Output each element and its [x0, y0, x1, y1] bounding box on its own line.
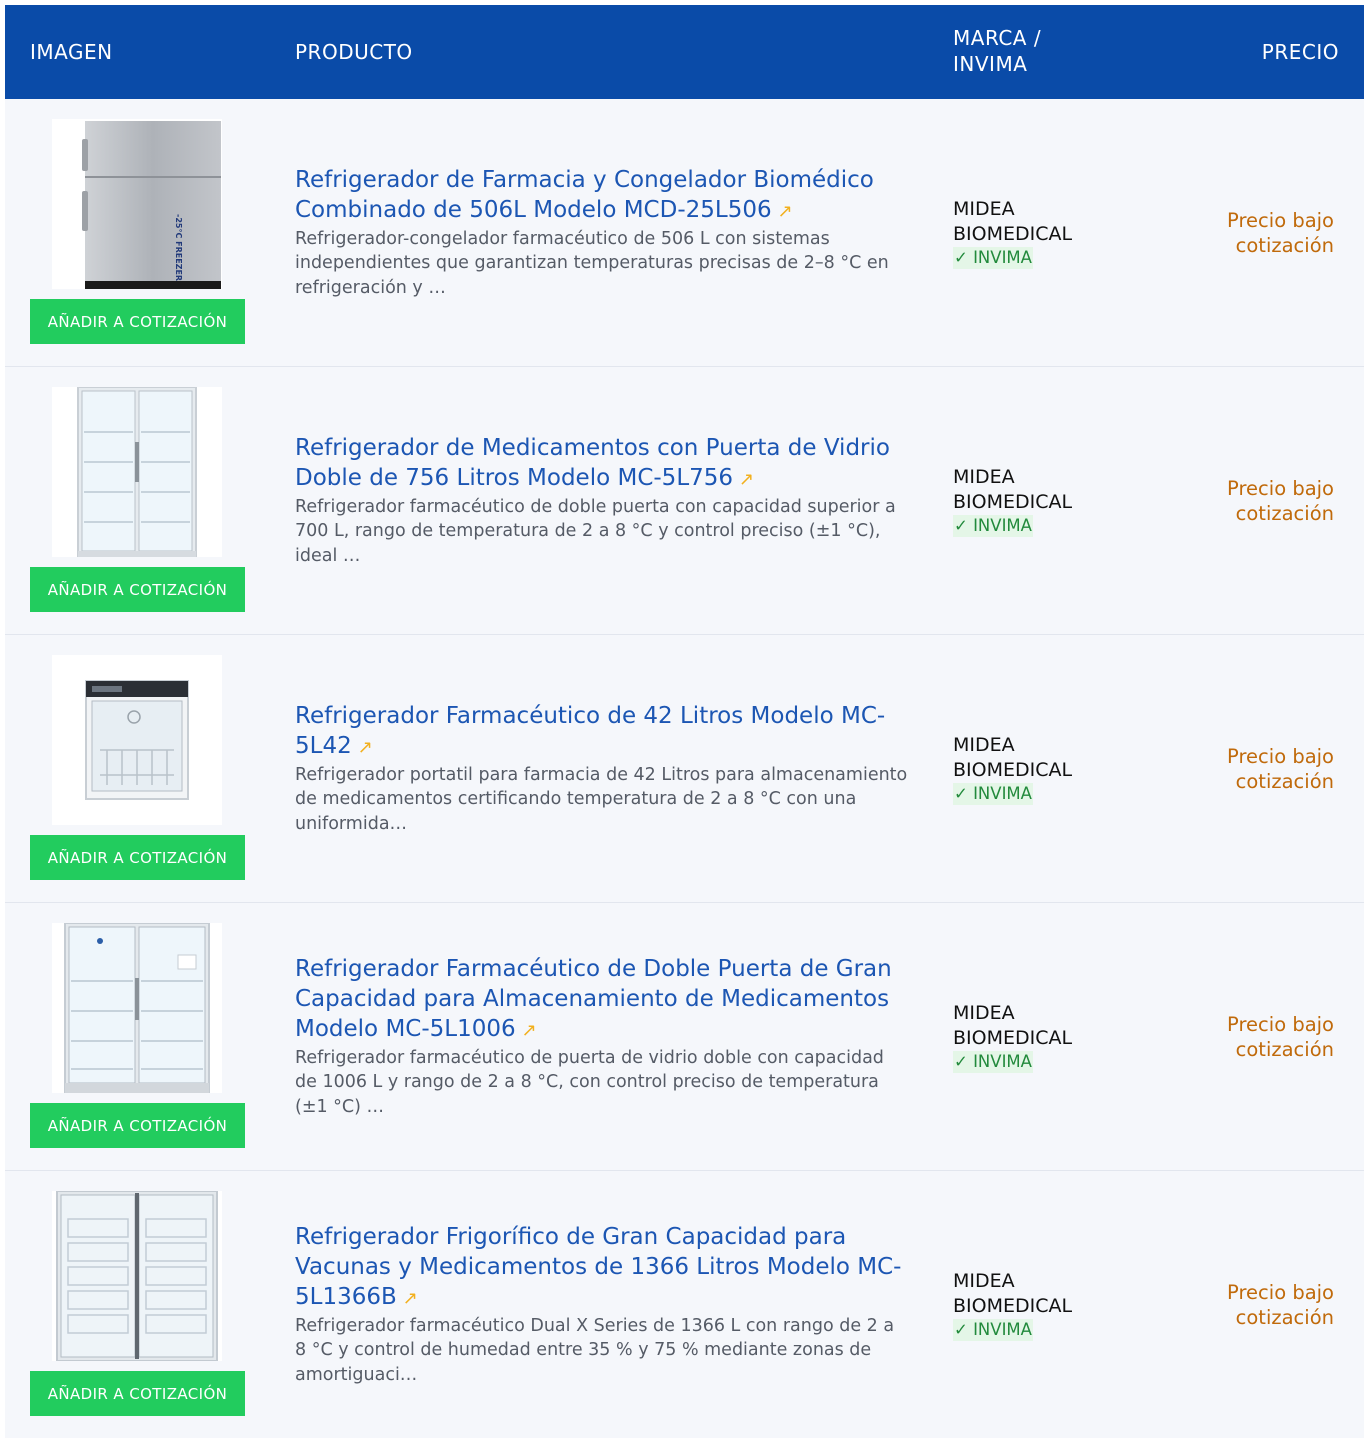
product-description: Refrigerador farmacéutico de puerta de v…	[295, 1047, 884, 1117]
brand-name: MIDEA BIOMEDICAL	[953, 465, 1073, 513]
table-row: AÑADIR A COTIZACIÓN Refrigerador Frigorí…	[5, 1171, 1364, 1438]
add-to-quote-button[interactable]: AÑADIR A COTIZACIÓN	[30, 1371, 245, 1416]
table-header: IMAGEN PRODUCTO MARCA / INVIMA PRECIO	[5, 5, 1364, 99]
product-title: Refrigerador Frigorífico de Gran Capacid…	[295, 1223, 902, 1310]
product-description: Refrigerador portatil para farmacia de 4…	[295, 764, 908, 834]
add-to-quote-button[interactable]: AÑADIR A COTIZACIÓN	[30, 299, 245, 344]
header-image: IMAGEN	[30, 40, 113, 64]
external-link-icon: ↗	[739, 468, 755, 490]
products-table: IMAGEN PRODUCTO MARCA / INVIMA PRECIO -2…	[5, 5, 1364, 1438]
brand-name: MIDEA BIOMEDICAL	[953, 197, 1073, 245]
brand-cell: MIDEA BIOMEDICAL ✓ INVIMA	[953, 1171, 1143, 1438]
double-glass-door-fridge-image[interactable]	[52, 387, 222, 557]
product-description: Refrigerador farmacéutico de doble puert…	[295, 496, 896, 566]
product-title: Refrigerador Farmacéutico de 42 Litros M…	[295, 702, 886, 759]
brand-name: MIDEA BIOMEDICAL	[953, 1269, 1073, 1317]
product-cell: Refrigerador de Farmacia y Congelador Bi…	[295, 99, 910, 366]
brand-cell: MIDEA BIOMEDICAL ✓ INVIMA	[953, 99, 1143, 366]
product-cell: Refrigerador Frigorífico de Gran Capacid…	[295, 1171, 910, 1438]
invima-badge: ✓ INVIMA	[953, 1050, 1033, 1073]
table-row: AÑADIR A COTIZACIÓN Refrigerador Farmacé…	[5, 635, 1364, 903]
product-title: Refrigerador de Medicamentos con Puerta …	[295, 434, 890, 491]
header-brand: MARCA / INVIMA	[953, 26, 1042, 76]
external-link-icon: ↗	[521, 1019, 537, 1041]
header-product: PRODUCTO	[295, 40, 413, 64]
price-text: Precio bajo cotización	[1227, 744, 1334, 793]
product-description: Refrigerador farmacéutico Dual X Series …	[295, 1315, 895, 1385]
large-double-door-fridge-image[interactable]	[52, 923, 222, 1093]
invima-badge: ✓ INVIMA	[953, 514, 1033, 537]
product-description: Refrigerador-congelador farmacéutico de …	[295, 228, 889, 298]
fridge-photo: -25°C FREEZER	[82, 121, 221, 289]
product-title-link[interactable]: Refrigerador Frigorífico de Gran Capacid…	[295, 1224, 901, 1310]
fridge-photo	[85, 680, 189, 800]
external-link-icon: ↗	[777, 200, 793, 222]
tall-double-door-vaccine-fridge-image[interactable]	[52, 1191, 222, 1361]
invima-badge: ✓ INVIMA	[953, 246, 1033, 269]
add-to-quote-button[interactable]: AÑADIR A COTIZACIÓN	[30, 1103, 245, 1148]
external-link-icon: ↗	[357, 736, 373, 758]
table-row: AÑADIR A COTIZACIÓN Refrigerador Farmacé…	[5, 903, 1364, 1171]
product-title-link[interactable]: Refrigerador de Medicamentos con Puerta …	[295, 435, 890, 491]
product-title: Refrigerador Farmacéutico de Doble Puert…	[295, 955, 892, 1042]
price-text: Precio bajo cotización	[1227, 208, 1334, 257]
product-title-link[interactable]: Refrigerador Farmacéutico de 42 Litros M…	[295, 703, 885, 759]
price-text: Precio bajo cotización	[1227, 1280, 1334, 1329]
brand-cell: MIDEA BIOMEDICAL ✓ INVIMA	[953, 903, 1143, 1170]
price-text: Precio bajo cotización	[1227, 476, 1334, 525]
product-cell: Refrigerador Farmacéutico de 42 Litros M…	[295, 635, 910, 902]
external-link-icon: ↗	[402, 1287, 418, 1309]
product-cell: Refrigerador Farmacéutico de Doble Puert…	[295, 903, 910, 1170]
table-row: AÑADIR A COTIZACIÓN Refrigerador de Medi…	[5, 367, 1364, 635]
combo-fridge-freezer-image[interactable]: -25°C FREEZER	[52, 119, 222, 289]
product-title-link[interactable]: Refrigerador Farmacéutico de Doble Puert…	[295, 956, 892, 1042]
table-row: -25°C FREEZER AÑADIR A COTIZACIÓN Refrig…	[5, 99, 1364, 367]
product-cell: Refrigerador de Medicamentos con Puerta …	[295, 367, 910, 634]
product-title-link[interactable]: Refrigerador de Farmacia y Congelador Bi…	[295, 167, 874, 223]
price-text: Precio bajo cotización	[1227, 1012, 1334, 1061]
freezer-label: -25°C FREEZER	[174, 214, 183, 281]
brand-cell: MIDEA BIOMEDICAL ✓ INVIMA	[953, 367, 1143, 634]
add-to-quote-button[interactable]: AÑADIR A COTIZACIÓN	[30, 835, 245, 880]
brand-cell: MIDEA BIOMEDICAL ✓ INVIMA	[953, 635, 1143, 902]
fridge-photo	[64, 923, 210, 1093]
small-countertop-fridge-image[interactable]	[52, 655, 222, 825]
invima-badge: ✓ INVIMA	[953, 1318, 1033, 1341]
add-to-quote-button[interactable]: AÑADIR A COTIZACIÓN	[30, 567, 245, 612]
invima-badge: ✓ INVIMA	[953, 782, 1033, 805]
brand-name: MIDEA BIOMEDICAL	[953, 733, 1073, 781]
fridge-photo	[77, 387, 197, 557]
header-price: PRECIO	[1261, 40, 1339, 64]
fridge-photo	[56, 1191, 218, 1361]
brand-name: MIDEA BIOMEDICAL	[953, 1001, 1073, 1049]
